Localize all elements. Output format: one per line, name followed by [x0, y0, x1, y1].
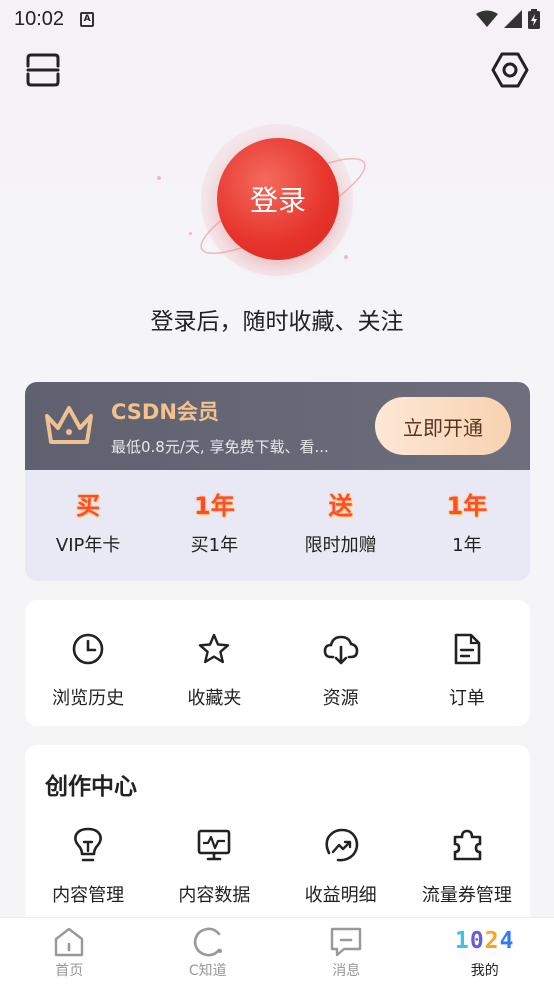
vip-banner[interactable]: CSDN会员 最低0.8元/天, 享免费下载、看... 立即开通 — [25, 382, 530, 470]
content-data-label: 内容数据 — [178, 885, 251, 906]
perk-badge: 1年 — [194, 492, 235, 520]
resources-label: 资源 — [322, 688, 359, 709]
creation-center-card: 创作中心 内容管理 内容数据 收益明细 流量券管理 — [25, 745, 530, 945]
tab-c-knows-label: C知道 — [188, 963, 227, 979]
favorites-label: 收藏夹 — [187, 688, 242, 709]
perk-label: 买1年 — [190, 535, 239, 556]
traffic-coupon-label: 流量券管理 — [421, 885, 512, 906]
crown-icon — [45, 406, 93, 444]
history-button[interactable]: 浏览历史 — [25, 600, 151, 726]
favorites-button[interactable]: 收藏夹 — [151, 600, 277, 726]
wifi-icon — [476, 10, 498, 27]
star-icon — [199, 633, 230, 664]
content-management-button[interactable]: 内容管理 — [25, 823, 151, 923]
sparkle — [189, 232, 192, 235]
tab-mine[interactable]: 1024 我的 — [416, 918, 554, 985]
perk-badge: 送 — [328, 492, 353, 520]
vip-subtitle: 最低0.8元/天, 享免费下载、看... — [111, 438, 329, 456]
bottom-tab-bar: 首页 C知道 消息 1024 我的 — [0, 917, 554, 985]
message-icon — [331, 927, 362, 957]
sparkle — [344, 255, 348, 259]
c-icon — [193, 927, 222, 957]
login-button[interactable]: 登录 — [217, 138, 339, 260]
vip-perks: 买 VIP年卡 1年 买1年 送 限时加赠 1年 1年 — [25, 470, 530, 581]
tab-messages[interactable]: 消息 — [277, 918, 416, 985]
vip-perk[interactable]: 送 限时加赠 — [278, 470, 404, 581]
orders-label: 订单 — [448, 688, 485, 709]
perk-label: 1年 — [452, 535, 482, 556]
vip-perk[interactable]: 买 VIP年卡 — [25, 470, 151, 581]
earnings-icon — [325, 828, 358, 862]
vip-open-button[interactable]: 立即开通 — [375, 397, 511, 455]
perk-label: VIP年卡 — [55, 535, 121, 556]
perk-badge: 买 — [76, 492, 101, 520]
content-data-button[interactable]: 内容数据 — [151, 823, 277, 923]
vip-perk[interactable]: 1年 1年 — [404, 470, 530, 581]
scan-icon — [26, 53, 60, 87]
login-avatar-area: 登录 — [200, 124, 366, 276]
cloud-download-icon — [323, 635, 358, 665]
content-management-label: 内容管理 — [52, 885, 125, 906]
monitor-chart-icon — [198, 829, 231, 861]
status-bar: 10:02 A — [0, 0, 554, 38]
tab-home[interactable]: 首页 — [0, 918, 139, 985]
clock-icon — [72, 633, 104, 665]
vip-perk[interactable]: 1年 买1年 — [151, 470, 277, 581]
earnings-label: 收益明细 — [304, 885, 377, 906]
signal-icon — [504, 10, 522, 28]
settings-button[interactable] — [490, 50, 530, 90]
tab-c-knows[interactable]: C知道 — [139, 918, 278, 985]
orders-button[interactable]: 订单 — [404, 600, 530, 726]
status-time: 10:02 — [14, 7, 65, 30]
ticket-icon — [453, 829, 482, 861]
creation-center-items: 内容管理 内容数据 收益明细 流量券管理 — [25, 823, 530, 923]
scan-button[interactable] — [23, 50, 63, 90]
login-hint: 登录后，随时收藏、关注 — [150, 309, 404, 335]
resources-button[interactable]: 资源 — [278, 600, 404, 726]
vip-card[interactable]: CSDN会员 最低0.8元/天, 享免费下载、看... 立即开通 买 VIP年卡… — [25, 382, 530, 581]
perk-badge: 1年 — [446, 492, 488, 520]
settings-icon — [491, 52, 529, 88]
battery-icon — [528, 9, 540, 29]
traffic-coupon-button[interactable]: 流量券管理 — [404, 823, 530, 923]
tab-mine-label: 我的 — [470, 963, 499, 979]
perk-label: 限时加赠 — [304, 535, 377, 556]
vip-title: CSDN会员 — [111, 400, 219, 424]
quick-actions-card: 浏览历史 收藏夹 资源 订单 — [25, 600, 530, 726]
tab-home-label: 首页 — [55, 963, 84, 979]
lightbulb-icon — [74, 827, 103, 862]
notification-icon: A — [80, 11, 95, 27]
1024-logo: 1024 — [455, 928, 515, 954]
history-label: 浏览历史 — [52, 688, 125, 709]
sparkle — [157, 176, 161, 180]
home-icon — [55, 927, 84, 957]
status-icons — [476, 9, 540, 29]
earnings-button[interactable]: 收益明细 — [278, 823, 404, 923]
creation-center-title: 创作中心 — [45, 774, 137, 800]
tab-messages-label: 消息 — [332, 963, 361, 979]
document-icon — [454, 633, 481, 665]
